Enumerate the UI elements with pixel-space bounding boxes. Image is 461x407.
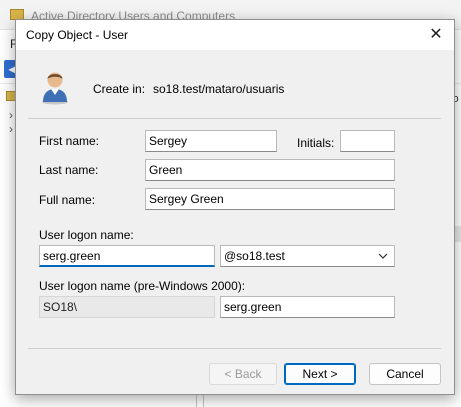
pre-windows-2000-label: User logon name (pre-Windows 2000): <box>39 279 246 293</box>
divider <box>28 118 441 119</box>
close-icon[interactable]: ✕ <box>418 20 454 50</box>
chevron-down-icon <box>378 253 388 259</box>
user-logon-name-field[interactable]: serg.green <box>39 245 215 267</box>
full-name-field[interactable]: Sergey Green <box>145 188 395 210</box>
pre-windows-2000-logon-field[interactable]: serg.green <box>220 296 395 318</box>
expand-chevron-icon[interactable]: › <box>9 122 13 136</box>
dialog-title: Copy Object - User <box>26 28 129 42</box>
first-name-field[interactable]: Sergey <box>145 130 277 152</box>
user-logon-name-label: User logon name: <box>39 228 134 242</box>
back-button[interactable]: < Back <box>209 363 277 385</box>
first-name-label: First name: <box>39 134 100 148</box>
cancel-button[interactable]: Cancel <box>369 363 441 385</box>
divider <box>28 348 441 349</box>
create-in-label: Create in: <box>93 82 146 96</box>
upn-suffix-value: @so18.test <box>224 249 285 263</box>
pane-splitter[interactable] <box>203 395 204 407</box>
copy-object-user-dialog: Copy Object - User ✕ Create in: so18.tes… <box>15 19 455 395</box>
next-button[interactable]: Next > <box>284 363 356 385</box>
full-name-label: Full name: <box>39 193 96 207</box>
last-name-label: Last name: <box>39 163 99 177</box>
pre-windows-2000-domain-field: SO18\ <box>39 296 215 318</box>
last-name-field[interactable]: Green <box>145 159 395 181</box>
expand-chevron-icon[interactable]: › <box>9 108 13 122</box>
initials-label: Initials: <box>297 136 335 150</box>
background-tree-pane: › › <box>0 86 18 407</box>
pane-splitter[interactable] <box>196 395 197 407</box>
initials-field[interactable] <box>340 130 395 152</box>
user-icon <box>42 72 68 105</box>
upn-suffix-select[interactable]: @so18.test <box>220 245 395 267</box>
create-in-path: so18.test/mataro/usuaris <box>153 82 285 96</box>
dialog-titlebar: Copy Object - User ✕ <box>16 20 454 50</box>
